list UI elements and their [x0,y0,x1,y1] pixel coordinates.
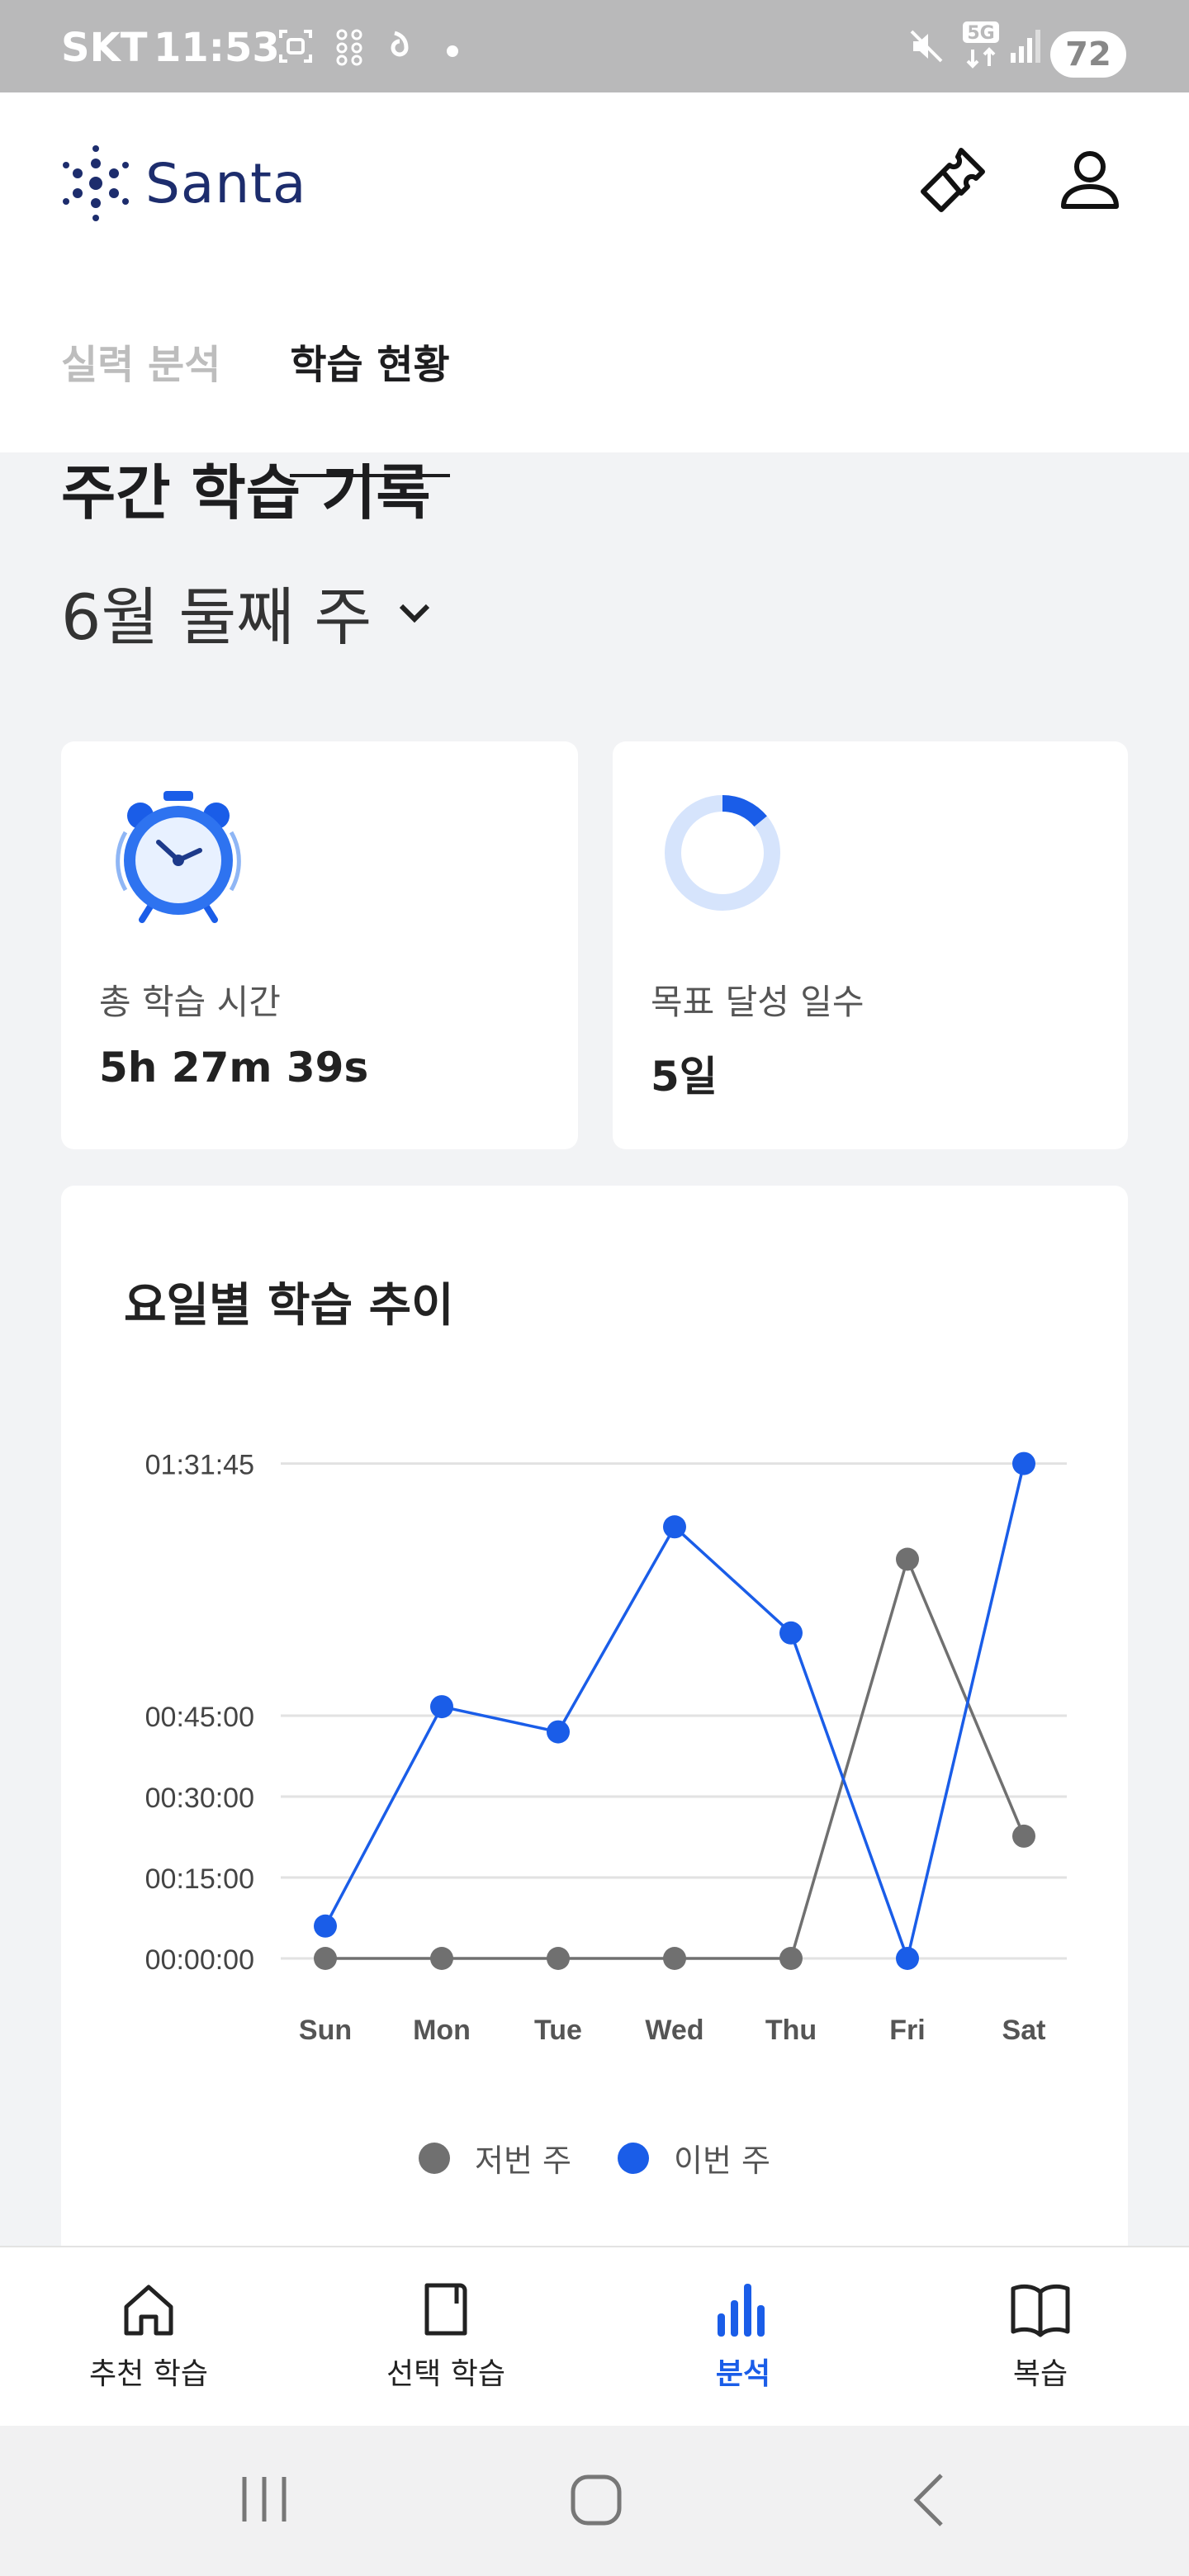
brand-name: Santa [145,151,307,215]
goal-days-label: 목표 달성 일수 [651,982,865,1022]
home-button[interactable] [570,2470,623,2531]
tab-bar: 실력 분석 학습 현황 [61,332,519,477]
clock: 11:53 [154,25,280,71]
data-point [430,1695,453,1719]
nav-label: 선택 학습 [386,2357,505,2391]
app-header: Santa 실력 분석 학습 현황 [0,92,1189,477]
x-tick-label: Mon [413,2015,471,2046]
nav-recommended[interactable]: 추천 학습 [0,2247,297,2426]
x-tick-label: Fri [889,2015,925,2046]
mute-icon [908,28,945,68]
legend-label-this-week: 이번 주 [674,2143,770,2179]
legend-item-this-week: 이번 주 [618,2135,770,2181]
x-tick-label: Tue [534,2015,582,2046]
carrier-label: SKT [61,25,148,71]
battery-indicator: 72 [1050,31,1126,78]
more-dot-icon [446,45,459,61]
y-tick-label: 00:45:00 [145,1702,254,1733]
nav-selected-study[interactable]: 선택 학습 [297,2247,594,2426]
open-book-icon [1011,2284,1070,2337]
tab-skill-analysis[interactable]: 실력 분석 [61,332,220,408]
legend-dot-last-week [419,2142,451,2174]
screenshot-icon [277,28,314,68]
notification-icon [388,28,413,69]
brand-logo[interactable]: Santa [61,145,307,221]
book-page-icon [424,2283,467,2336]
santa-logo-icon [63,145,129,221]
data-point [547,1947,570,1970]
system-nav-bar [0,2426,1189,2576]
recent-apps-icon [242,2477,287,2522]
data-point [547,1720,570,1744]
chevron-down-icon [400,604,430,623]
y-tick-label: 01:31:45 [145,1450,254,1481]
recent-apps-button[interactable] [239,2470,289,2531]
x-tick-label: Sat [1002,2015,1046,2046]
user-icon [1061,151,1119,209]
tab-study-status[interactable]: 학습 현황 [290,332,451,477]
data-point [1012,1451,1035,1475]
home-icon [124,2285,173,2336]
status-bar: SKT 11:53 5G 72 [0,0,1189,92]
series-line-0 [325,1555,1026,1960]
nav-review[interactable]: 복습 [892,2247,1189,2426]
data-point [430,1947,453,1970]
network-5g-icon: 5G [963,21,999,77]
y-tick-label: 00:30:00 [145,1783,254,1814]
ticket-icon [921,148,985,212]
data-point [779,1947,803,1970]
goal-days-card: 목표 달성 일수 5일 [613,741,1128,1149]
legend-item-last-week: 저번 주 [419,2135,571,2181]
data-point [663,1515,686,1539]
bottom-nav: 추천 학습 선택 학습 분석 복습 [0,2246,1189,2426]
data-point [779,1621,803,1645]
ticket-button[interactable] [912,139,994,221]
goal-days-value: 5일 [651,1053,718,1101]
x-tick-label: Sun [299,2015,352,2046]
nav-analysis[interactable]: 분석 [594,2247,892,2426]
alarm-clock-icon [116,791,241,923]
data-point [1012,1824,1035,1848]
data-point [314,1914,337,1938]
chart-legend: 저번 주 이번 주 [61,2135,1128,2181]
page-title: 주간 학습 기록 [61,458,431,528]
back-button[interactable] [908,2470,950,2531]
data-point [896,1947,919,1970]
total-study-time-card: 총 학습 시간 5h 27m 39s [61,741,578,1149]
app-grid-icon [334,28,367,69]
line-chart: 00:00:00 00:15:00 00:30:00 00:45:00 01:31:45… [145,1450,1067,2046]
svg-text:5G: 5G [967,23,994,44]
week-label: 6월 둘째 주 [61,580,372,654]
week-dropdown[interactable]: 6월 둘째 주 [61,566,433,657]
data-point [896,1547,919,1571]
nav-label: 분석 [715,2357,771,2391]
home-circle-icon [571,2474,622,2526]
x-tick-label: Wed [645,2015,703,2046]
daily-trend-card: 요일별 학습 추이 00:00:00 00:15:00 00:30:00 00:45:… [61,1186,1128,2259]
bar-chart-icon [718,2284,765,2337]
data-point [314,1947,337,1970]
data-point [663,1947,686,1970]
y-tick-label: 00:15:00 [145,1863,254,1895]
study-time-value: 5h 27m 39s [99,1044,369,1091]
progress-ring-icon [665,795,780,911]
nav-label: 추천 학습 [89,2357,208,2391]
profile-button[interactable] [1049,139,1131,221]
back-chevron-icon [913,2474,943,2526]
legend-label-last-week: 저번 주 [475,2143,571,2179]
x-tick-label: Thu [765,2015,817,2046]
y-tick-label: 00:00:00 [145,1944,254,1976]
signal-icon [1009,28,1044,68]
nav-label: 복습 [1012,2357,1068,2391]
legend-dot-this-week [618,2142,649,2174]
study-time-label: 총 학습 시간 [99,982,281,1022]
